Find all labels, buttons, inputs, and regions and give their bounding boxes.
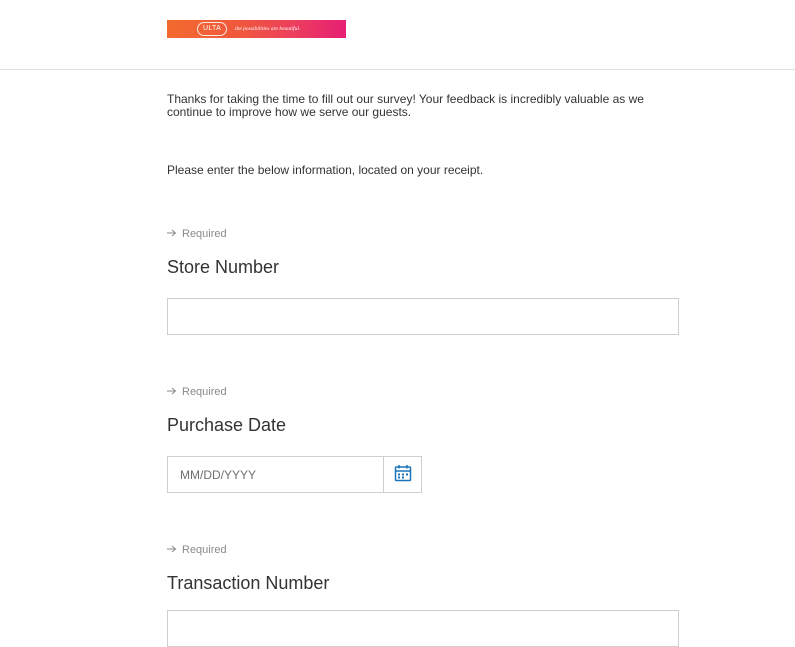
- transaction-number-input[interactable]: [167, 610, 679, 647]
- ulta-logo: ULTA: [197, 22, 228, 36]
- instruction-text: Please enter the below information, loca…: [167, 163, 484, 177]
- arrow-right-icon: [167, 386, 177, 398]
- calendar-icon: [394, 464, 412, 485]
- purchase-date-field: [167, 456, 422, 493]
- intro-text: Thanks for taking the time to fill out o…: [167, 92, 644, 119]
- required-indicator: Required: [167, 385, 679, 399]
- arrow-right-icon: [167, 544, 177, 556]
- logo-tagline: the possibilities are beautiful.: [235, 26, 301, 32]
- required-label: Required: [182, 228, 227, 240]
- arrow-right-icon: [167, 228, 177, 240]
- question-purchase-date: Required Purchase Date: [167, 385, 679, 436]
- required-label: Required: [182, 544, 227, 556]
- question-store-number: Required Store Number: [167, 227, 679, 278]
- question-transaction-number: Required Transaction Number: [167, 543, 679, 594]
- page-header: ULTA the possibilities are beautiful.: [0, 0, 795, 70]
- date-picker-button[interactable]: [384, 456, 422, 493]
- ulta-logo-banner: ULTA the possibilities are beautiful.: [167, 20, 346, 38]
- question-title: Store Number: [167, 257, 280, 277]
- purchase-date-input[interactable]: [167, 456, 384, 493]
- question-title: Transaction Number: [167, 573, 330, 593]
- question-title: Purchase Date: [167, 415, 287, 435]
- store-number-input[interactable]: [167, 298, 679, 335]
- required-indicator: Required: [167, 543, 679, 557]
- required-label: Required: [182, 386, 227, 398]
- required-indicator: Required: [167, 227, 679, 241]
